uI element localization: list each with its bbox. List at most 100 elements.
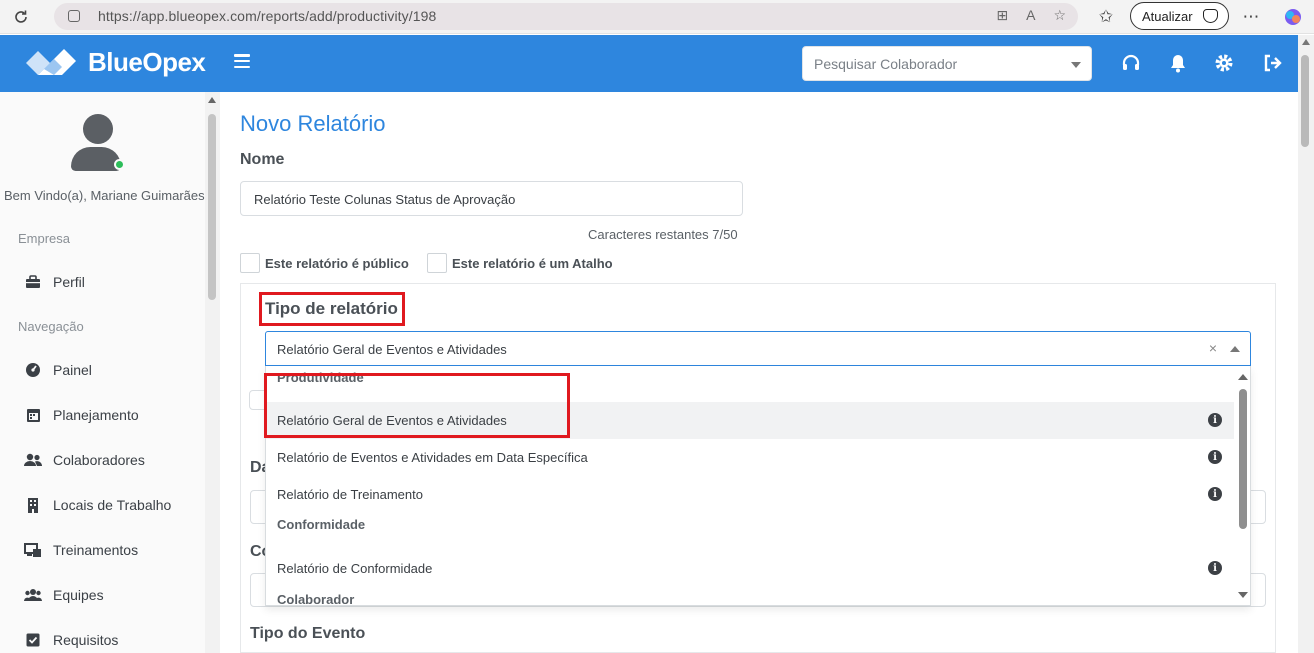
briefcase-icon xyxy=(24,273,42,291)
welcome-text: Bem Vindo(a), Mariane Guimarães xyxy=(4,188,205,203)
sidebar-item-treinamentos[interactable]: Treinamentos xyxy=(24,539,138,561)
highlight-selected-option xyxy=(264,373,570,438)
scroll-up-icon[interactable] xyxy=(208,97,216,103)
page-scroll-thumb[interactable] xyxy=(1301,55,1309,147)
event-type-label: Tipo do Evento xyxy=(250,625,366,642)
team-icon xyxy=(24,586,42,604)
option-treinamento[interactable]: Relatório de Treinamento i xyxy=(266,476,1234,513)
sidebar-item-label: Colaboradores xyxy=(53,452,145,468)
chars-remaining: Caracteres restantes 7/50 xyxy=(588,227,738,242)
section-company: Empresa xyxy=(18,231,71,246)
favorite-star-icon[interactable]: ☆ xyxy=(1053,7,1066,24)
gear-icon[interactable] xyxy=(1213,52,1235,74)
browser-toolbar: https://app.blueopex.com/reports/add/pro… xyxy=(0,0,1314,34)
headset-icon[interactable] xyxy=(1120,52,1142,74)
report-type-select[interactable]: Relatório Geral de Eventos e Atividades … xyxy=(265,331,1251,366)
option-label: Relatório de Treinamento xyxy=(277,487,423,502)
sidebar-item-label: Equipes xyxy=(53,587,104,603)
bell-icon[interactable] xyxy=(1167,52,1189,74)
sidebar-item-colaboradores[interactable]: Colaboradores xyxy=(24,449,145,471)
brand-name: BlueOpex xyxy=(88,46,206,77)
address-bar[interactable]: https://app.blueopex.com/reports/add/pro… xyxy=(54,3,1078,30)
chevron-down-icon xyxy=(1071,62,1081,68)
report-name-input[interactable]: Relatório Teste Colunas Status de Aprova… xyxy=(240,181,743,216)
update-button[interactable]: Atualizar xyxy=(1130,2,1229,30)
dropdown-scrollbar[interactable] xyxy=(1234,366,1250,605)
shortcut-checkbox-label: Este relatório é um Atalho xyxy=(452,255,613,271)
chevron-up-icon[interactable] xyxy=(1230,346,1240,352)
page-scrollbar[interactable] xyxy=(1298,35,1314,653)
name-label: Nome xyxy=(240,151,285,168)
public-checkbox-group[interactable]: Este relatório é público xyxy=(240,253,409,273)
main-content: Novo Relatório Nome Relatório Teste Colu… xyxy=(220,92,1298,653)
sidebar-item-label: Perfil xyxy=(53,274,85,290)
sidebar-item-painel[interactable]: Painel xyxy=(24,359,92,381)
page-title: Novo Relatório xyxy=(240,111,386,136)
info-icon[interactable]: i xyxy=(1208,487,1222,501)
sidebar-item-equipes[interactable]: Equipes xyxy=(24,584,104,606)
app-header: BlueOpex Pesquisar Colaborador xyxy=(0,35,1298,92)
info-icon[interactable]: i xyxy=(1208,413,1222,427)
clear-icon[interactable]: × xyxy=(1209,340,1217,356)
reload-icon[interactable] xyxy=(8,4,34,30)
public-checkbox-label: Este relatório é público xyxy=(265,255,409,271)
building-icon xyxy=(24,496,42,514)
checkbox-icon xyxy=(24,631,42,649)
training-icon xyxy=(24,541,42,559)
info-icon[interactable]: i xyxy=(1208,561,1222,575)
public-checkbox[interactable] xyxy=(240,253,260,273)
info-icon[interactable]: i xyxy=(1208,450,1222,464)
report-name-value: Relatório Teste Colunas Status de Aprova… xyxy=(254,192,516,207)
option-group-colaborador: Colaborador xyxy=(266,588,1234,606)
avatar[interactable] xyxy=(71,114,125,172)
highlight-type-label xyxy=(259,292,405,326)
lock-icon xyxy=(68,10,80,22)
sidebar-item-label: Treinamentos xyxy=(53,542,139,558)
address-actions: ⊞ A ☆ xyxy=(996,7,1066,24)
option-group-conformidade: Conformidade xyxy=(266,513,1234,545)
update-label: Atualizar xyxy=(1142,8,1193,24)
option-group-label: Colaborador xyxy=(277,592,355,606)
scroll-down-icon[interactable] xyxy=(1238,592,1248,598)
search-collaborator-select[interactable]: Pesquisar Colaborador xyxy=(802,46,1092,81)
sidebar-scroll-thumb[interactable] xyxy=(208,114,216,300)
option-label: Relatório de Conformidade xyxy=(277,561,433,576)
read-aloud-icon[interactable]: A xyxy=(1026,7,1035,24)
scroll-up-icon[interactable] xyxy=(1238,374,1248,380)
sidebar-scrollbar[interactable] xyxy=(205,92,220,653)
search-placeholder: Pesquisar Colaborador xyxy=(814,56,958,72)
brand-logo[interactable]: BlueOpex xyxy=(24,45,206,79)
option-data-especifica[interactable]: Relatório de Eventos e Atividades em Dat… xyxy=(266,439,1234,476)
option-group-label: Conformidade xyxy=(277,517,366,532)
option-conformidade[interactable]: Relatório de Conformidade i xyxy=(266,550,1234,587)
dropdown-scroll-thumb[interactable] xyxy=(1239,389,1247,529)
sidebar-item-requisitos[interactable]: Requisitos xyxy=(24,629,118,651)
sidebar: Bem Vindo(a), Mariane Guimarães Empresa … xyxy=(0,92,220,653)
logo-mark-icon xyxy=(24,45,78,79)
scroll-up-icon[interactable] xyxy=(1302,39,1310,45)
favorites-icon[interactable]: ✩ xyxy=(1093,4,1119,30)
dashboard-icon xyxy=(24,361,42,379)
section-navigation: Navegação xyxy=(18,319,84,334)
sidebar-item-locais[interactable]: Locais de Trabalho xyxy=(24,494,171,516)
sidebar-item-label: Painel xyxy=(53,362,92,378)
apps-icon[interactable]: ⊞ xyxy=(996,7,1008,24)
shortcut-checkbox-group[interactable]: Este relatório é um Atalho xyxy=(427,253,613,273)
sidebar-item-perfil[interactable]: Perfil xyxy=(24,271,85,293)
sidebar-item-label: Locais de Trabalho xyxy=(53,497,172,513)
shortcut-checkbox[interactable] xyxy=(427,253,447,273)
sidebar-item-label: Requisitos xyxy=(53,632,119,648)
heart-icon xyxy=(1203,9,1218,23)
url-text: https://app.blueopex.com/reports/add/pro… xyxy=(98,8,437,24)
hamburger-menu-icon[interactable] xyxy=(234,54,250,68)
sidebar-item-label: Planejamento xyxy=(53,407,139,423)
online-status-dot xyxy=(114,159,125,170)
copilot-icon[interactable] xyxy=(1280,4,1306,30)
report-type-value: Relatório Geral de Eventos e Atividades xyxy=(277,342,507,357)
logout-icon[interactable] xyxy=(1262,52,1284,74)
sidebar-item-planejamento[interactable]: Planejamento xyxy=(24,404,139,426)
more-menu-icon[interactable]: ⋯ xyxy=(1238,4,1264,30)
users-icon xyxy=(24,451,42,469)
option-label: Relatório de Eventos e Atividades em Dat… xyxy=(277,450,588,465)
calendar-icon xyxy=(24,406,42,424)
